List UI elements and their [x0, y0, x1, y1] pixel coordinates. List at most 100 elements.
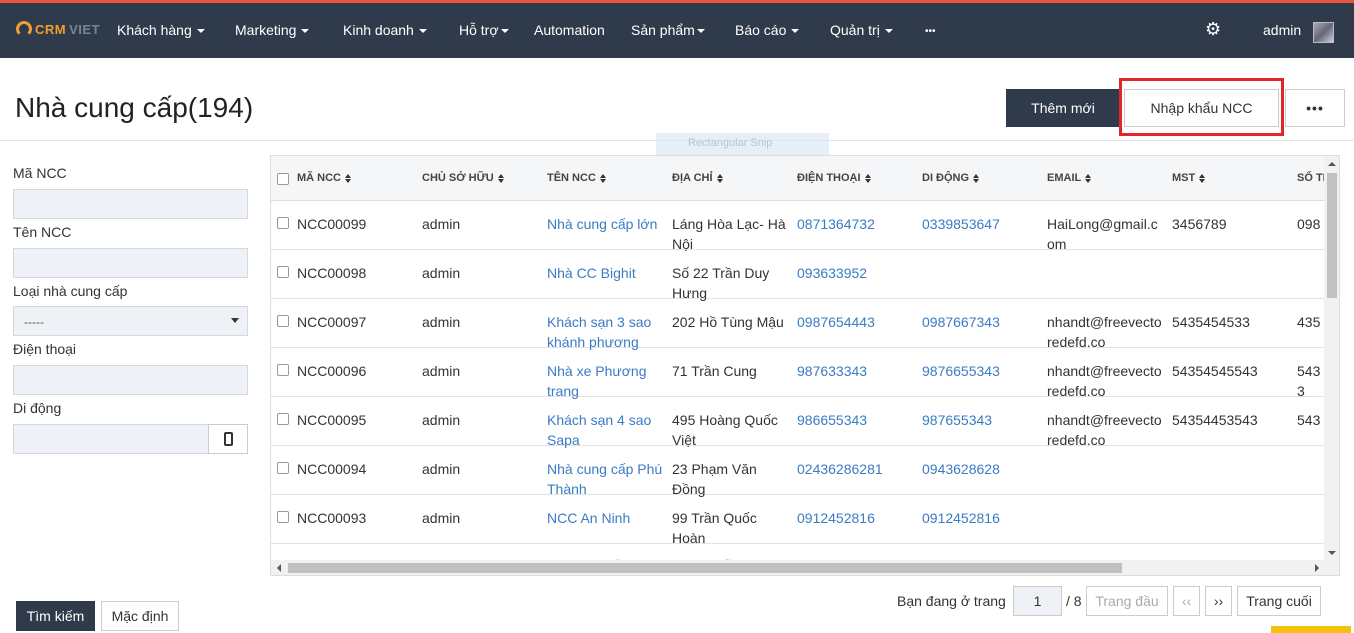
cell-phone[interactable]: 986655343: [797, 410, 917, 450]
nav-item-automation[interactable]: Automation: [534, 22, 605, 38]
first-page-button[interactable]: Trang đầu: [1086, 586, 1168, 616]
cell-tax: 5435454533: [1172, 314, 1250, 330]
col-header-address[interactable]: ĐỊA CHỈ: [672, 172, 723, 184]
cell-name[interactable]: Nhà cung cấp Phú Thành: [547, 459, 667, 499]
col-header-extra[interactable]: SỐ TI: [1297, 172, 1326, 184]
gear-icon[interactable]: ⚙: [1205, 20, 1223, 38]
horizontal-scrollbar[interactable]: [271, 560, 1339, 575]
filter-name-input[interactable]: [13, 248, 248, 278]
last-page-button[interactable]: Trang cuối: [1237, 586, 1321, 616]
chevron-down-icon: [418, 29, 427, 34]
row-checkbox[interactable]: [277, 217, 289, 229]
col-header-owner[interactable]: CHỦ SỞ HỮU: [422, 172, 504, 184]
chat-widget-tab[interactable]: [1271, 626, 1351, 633]
col-header-email[interactable]: EMAIL: [1047, 172, 1092, 184]
reset-default-button[interactable]: Mặc định: [101, 601, 179, 631]
table-row[interactable]: NCC00093 admin NCC An Ninh 99 Trần Quốc Hoà…: [271, 495, 1339, 546]
select-all-checkbox[interactable]: [277, 173, 289, 185]
cell-code: NCC00096: [297, 363, 367, 379]
scroll-thumb[interactable]: [1327, 173, 1337, 298]
nav-item-ho-tro[interactable]: Hỗ trợ: [459, 22, 509, 38]
filter-mobile-input[interactable]: [13, 424, 209, 454]
cell-name[interactable]: Nhà CC Bighit: [547, 263, 667, 303]
cell-phone[interactable]: 0871364732: [797, 214, 917, 254]
filter-code-input[interactable]: [13, 189, 248, 219]
cell-name[interactable]: Khách sạn 4 sao Sapa: [547, 410, 667, 450]
row-checkbox[interactable]: [277, 266, 289, 278]
cell-tax: 54354545543: [1172, 363, 1258, 379]
filter-type-value: -----: [24, 315, 44, 329]
more-actions-button[interactable]: •••: [1285, 89, 1345, 127]
cell-phone[interactable]: 093633952: [797, 263, 917, 303]
filter-type-select[interactable]: -----: [13, 306, 248, 336]
table-row[interactable]: NCC00094 admin Nhà cung cấp Phú Thành 23 Ph…: [271, 446, 1339, 497]
row-checkbox[interactable]: [277, 413, 289, 425]
cell-owner: admin: [422, 216, 461, 232]
row-checkbox[interactable]: [277, 511, 289, 523]
cell-address: Số 22 Trần Duy Hưng: [672, 265, 770, 301]
logo-ring-icon: [16, 21, 32, 37]
cell-phone[interactable]: 987633343: [797, 361, 917, 401]
table-row[interactable]: NCC00095 admin Khách sạn 4 sao Sapa 495 Hoà…: [271, 397, 1339, 448]
sort-icon: [1199, 173, 1206, 183]
vertical-scrollbar[interactable]: [1324, 156, 1339, 561]
table-row[interactable]: NCC00099 admin Nhà cung cấp lớn Láng Hòa Lạ…: [271, 201, 1339, 252]
table-row[interactable]: NCC00098 admin Nhà CC Bighit Số 22 Trần Duy…: [271, 250, 1339, 301]
cell-name[interactable]: NCC An Ninh: [547, 508, 667, 548]
nav-item-kinh-doanh[interactable]: Kinh doanh: [343, 22, 427, 38]
cell-mobile[interactable]: [922, 263, 1042, 303]
crmviet-logo[interactable]: CRM VIET: [16, 21, 100, 37]
cell-mobile[interactable]: 0912452816: [922, 508, 1042, 548]
cell-name[interactable]: Nhà xe Phương trang: [547, 361, 667, 401]
chevron-down-icon: [231, 318, 239, 323]
col-header-name[interactable]: TÊN NCC: [547, 172, 606, 184]
mobile-phone-button[interactable]: [208, 424, 248, 454]
nav-item-quan-tri[interactable]: Quản trị: [830, 22, 893, 38]
nav-item-marketing[interactable]: Marketing: [235, 22, 310, 38]
cell-mobile[interactable]: 987655343: [922, 410, 1042, 450]
cell-mobile[interactable]: 0339853647: [922, 214, 1042, 254]
col-header-phone[interactable]: ĐIỆN THOẠI: [797, 172, 871, 184]
nav-item-khach-hang[interactable]: Khách hàng: [117, 22, 205, 38]
next-page-button[interactable]: ››: [1205, 586, 1232, 616]
scroll-thumb[interactable]: [288, 563, 1122, 573]
col-header-mobile[interactable]: DI ĐỘNG: [922, 172, 980, 184]
sort-icon: [599, 173, 606, 183]
nav-item-more[interactable]: •••: [925, 26, 936, 37]
avatar[interactable]: [1313, 22, 1334, 43]
cell-email: [1047, 459, 1165, 499]
chevron-down-icon: [196, 29, 205, 34]
cell-email: nhandt@freevectoredefd.co: [1047, 314, 1162, 350]
page-number-input[interactable]: 1: [1013, 586, 1062, 616]
user-name[interactable]: admin: [1263, 22, 1301, 38]
nav-item-bao-cao[interactable]: Báo cáo: [735, 22, 800, 38]
cell-phone[interactable]: 0912452816: [797, 508, 917, 548]
cell-extra: 543 3: [1297, 363, 1321, 399]
cell-mobile[interactable]: 0943628628: [922, 459, 1042, 499]
cell-mobile[interactable]: 0987667343: [922, 312, 1042, 352]
cell-address: 99 Trần Quốc Hoàn: [672, 510, 757, 546]
table-row[interactable]: NCC00096 admin Nhà xe Phương trang 71 Trần …: [271, 348, 1339, 399]
scroll-right-icon: [1315, 564, 1319, 572]
cell-tax: [1172, 508, 1292, 548]
row-checkbox[interactable]: [277, 462, 289, 474]
row-checkbox[interactable]: [277, 315, 289, 327]
prev-page-button[interactable]: ‹‹: [1173, 586, 1200, 616]
cell-name[interactable]: Nhà cung cấp lớn: [547, 214, 667, 254]
cell-tax: 54354453543: [1172, 412, 1258, 428]
add-new-button[interactable]: Thêm mới: [1006, 89, 1120, 127]
col-header-code[interactable]: MÃ NCC: [297, 172, 351, 184]
filter-phone-input[interactable]: [13, 365, 248, 395]
chevron-down-icon: [500, 29, 509, 34]
sort-icon: [497, 173, 504, 183]
col-header-tax[interactable]: MST: [1172, 172, 1206, 184]
cell-name[interactable]: Khách sạn 3 sao khánh phương: [547, 312, 667, 352]
cell-mobile[interactable]: 9876655343: [922, 361, 1042, 401]
cell-phone[interactable]: 02436286281: [797, 459, 917, 499]
snip-overlay: Rectangular Snip: [656, 133, 829, 155]
cell-phone[interactable]: 0987654443: [797, 312, 917, 352]
search-button[interactable]: Tìm kiếm: [16, 601, 95, 631]
table-row[interactable]: NCC00097 admin Khách sạn 3 sao khánh phươn…: [271, 299, 1339, 350]
row-checkbox[interactable]: [277, 364, 289, 376]
nav-item-san-pham[interactable]: Sản phẩm: [631, 22, 705, 38]
